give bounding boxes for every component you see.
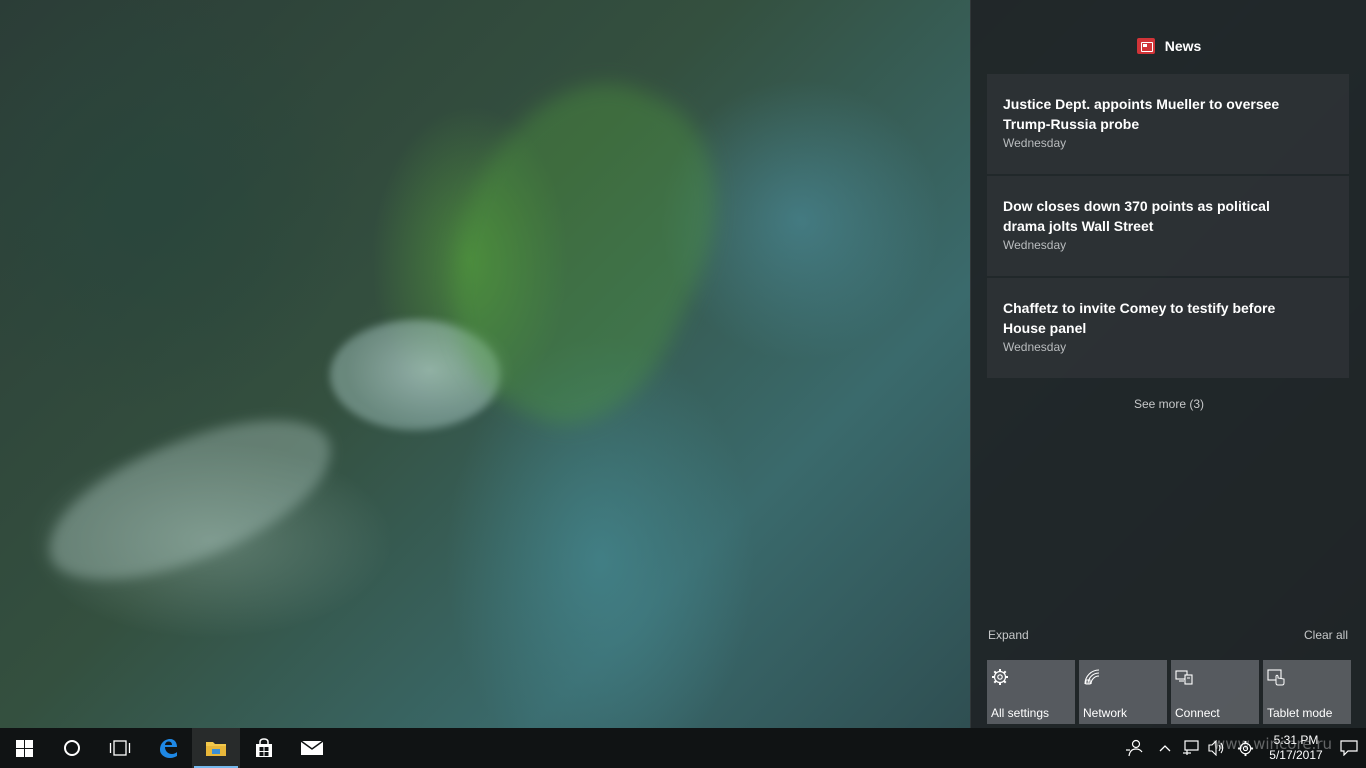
taskbar: 5:31 PM 5/17/2017 bbox=[0, 728, 1366, 768]
folder-icon bbox=[206, 742, 226, 756]
expand-button[interactable]: Expand bbox=[988, 628, 1029, 642]
tile-label: Connect bbox=[1175, 706, 1220, 720]
tablet-mode-tile[interactable]: Tablet mode bbox=[1263, 660, 1351, 724]
connect-icon bbox=[1175, 670, 1193, 685]
wallpaper-leaf bbox=[28, 396, 352, 604]
notification-time: Wednesday bbox=[1003, 136, 1067, 150]
connect-tile[interactable]: Connect bbox=[1171, 660, 1259, 724]
start-button[interactable] bbox=[0, 728, 48, 768]
news-app-icon bbox=[1136, 38, 1155, 54]
windows-logo-icon bbox=[15, 739, 33, 757]
all-settings-tile[interactable]: All settings bbox=[987, 660, 1075, 724]
edge-icon bbox=[160, 739, 177, 758]
quick-actions: All settings Network Connect Tablet mode bbox=[987, 660, 1351, 724]
store-taskbar-button[interactable] bbox=[240, 728, 288, 768]
people-button[interactable] bbox=[1116, 728, 1152, 768]
clear-all-button[interactable]: Clear all bbox=[1304, 628, 1348, 642]
mail-taskbar-button[interactable] bbox=[288, 728, 336, 768]
tile-label: Network bbox=[1083, 706, 1128, 720]
notification-card[interactable]: Justice Dept. appoints Mueller to overse… bbox=[987, 74, 1349, 174]
tablet-mode-icon bbox=[1267, 669, 1285, 686]
notification-card[interactable]: Dow closes down 370 points as political … bbox=[987, 176, 1349, 276]
notification-card[interactable]: Chaffetz to invite Comey to testify befo… bbox=[987, 278, 1349, 378]
ethernet-icon bbox=[1183, 740, 1199, 755]
notification-title: Dow closes down 370 points as political … bbox=[1003, 198, 1270, 234]
action-center: News Justice Dept. appoints Mueller to o… bbox=[970, 0, 1366, 728]
notification-title: Justice Dept. appoints Mueller to overse… bbox=[1003, 96, 1280, 132]
action-center-button[interactable] bbox=[1332, 728, 1366, 768]
news-group-header[interactable]: News bbox=[971, 34, 1366, 58]
news-group-title: News bbox=[1164, 38, 1202, 54]
file-explorer-taskbar-button[interactable] bbox=[192, 728, 240, 768]
chevron-up-icon bbox=[1159, 745, 1171, 752]
store-bag-icon bbox=[256, 738, 272, 757]
show-hidden-icons-button[interactable] bbox=[1152, 728, 1178, 768]
people-icon bbox=[1126, 739, 1143, 757]
network-icon bbox=[1084, 669, 1100, 685]
see-more-link[interactable]: See more (3) bbox=[971, 397, 1366, 411]
network-tray-button[interactable] bbox=[1178, 728, 1204, 768]
cortana-icon bbox=[64, 740, 80, 756]
edge-taskbar-button[interactable] bbox=[144, 728, 192, 768]
mail-icon bbox=[300, 740, 324, 755]
notification-time: Wednesday bbox=[1003, 238, 1067, 252]
cortana-button[interactable] bbox=[48, 728, 96, 768]
watermark: www.wincore.ru bbox=[1212, 735, 1332, 753]
task-view-icon bbox=[109, 740, 131, 756]
tile-label: Tablet mode bbox=[1267, 706, 1333, 720]
gear-icon bbox=[992, 669, 1008, 685]
task-view-button[interactable] bbox=[96, 728, 144, 768]
notification-time: Wednesday bbox=[1003, 340, 1067, 354]
notification-icon bbox=[1340, 740, 1358, 756]
network-tile[interactable]: Network bbox=[1079, 660, 1167, 724]
tile-label: All settings bbox=[991, 706, 1050, 720]
notification-title: Chaffetz to invite Comey to testify befo… bbox=[1003, 300, 1276, 336]
